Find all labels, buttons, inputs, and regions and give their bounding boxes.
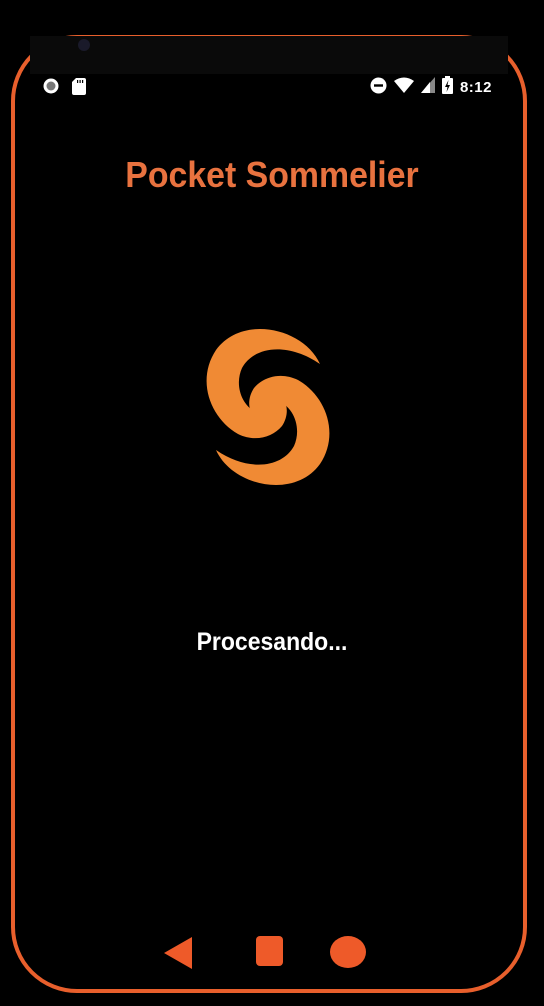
wifi-icon (393, 77, 414, 98)
status-bar: 8:12 (30, 72, 508, 102)
battery-charging-icon (441, 76, 453, 99)
home-icon[interactable] (256, 936, 283, 966)
app-title: Pocket Sommelier (125, 154, 419, 195)
record-icon (42, 77, 60, 100)
status-time: 8:12 (459, 79, 492, 96)
sd-card-icon (72, 77, 86, 100)
processing-text: Procesando... (196, 628, 348, 656)
swirl-logo (204, 322, 332, 492)
navigation-bar (0, 930, 544, 974)
recents-icon[interactable] (330, 936, 366, 968)
status-left-icons (42, 77, 86, 100)
front-camera (78, 39, 90, 51)
status-right-icons: 8:12 (370, 76, 492, 99)
back-icon[interactable] (164, 937, 192, 974)
cell-signal-icon (420, 77, 435, 98)
do-not-disturb-icon (370, 77, 387, 99)
camera-notch (30, 36, 508, 74)
